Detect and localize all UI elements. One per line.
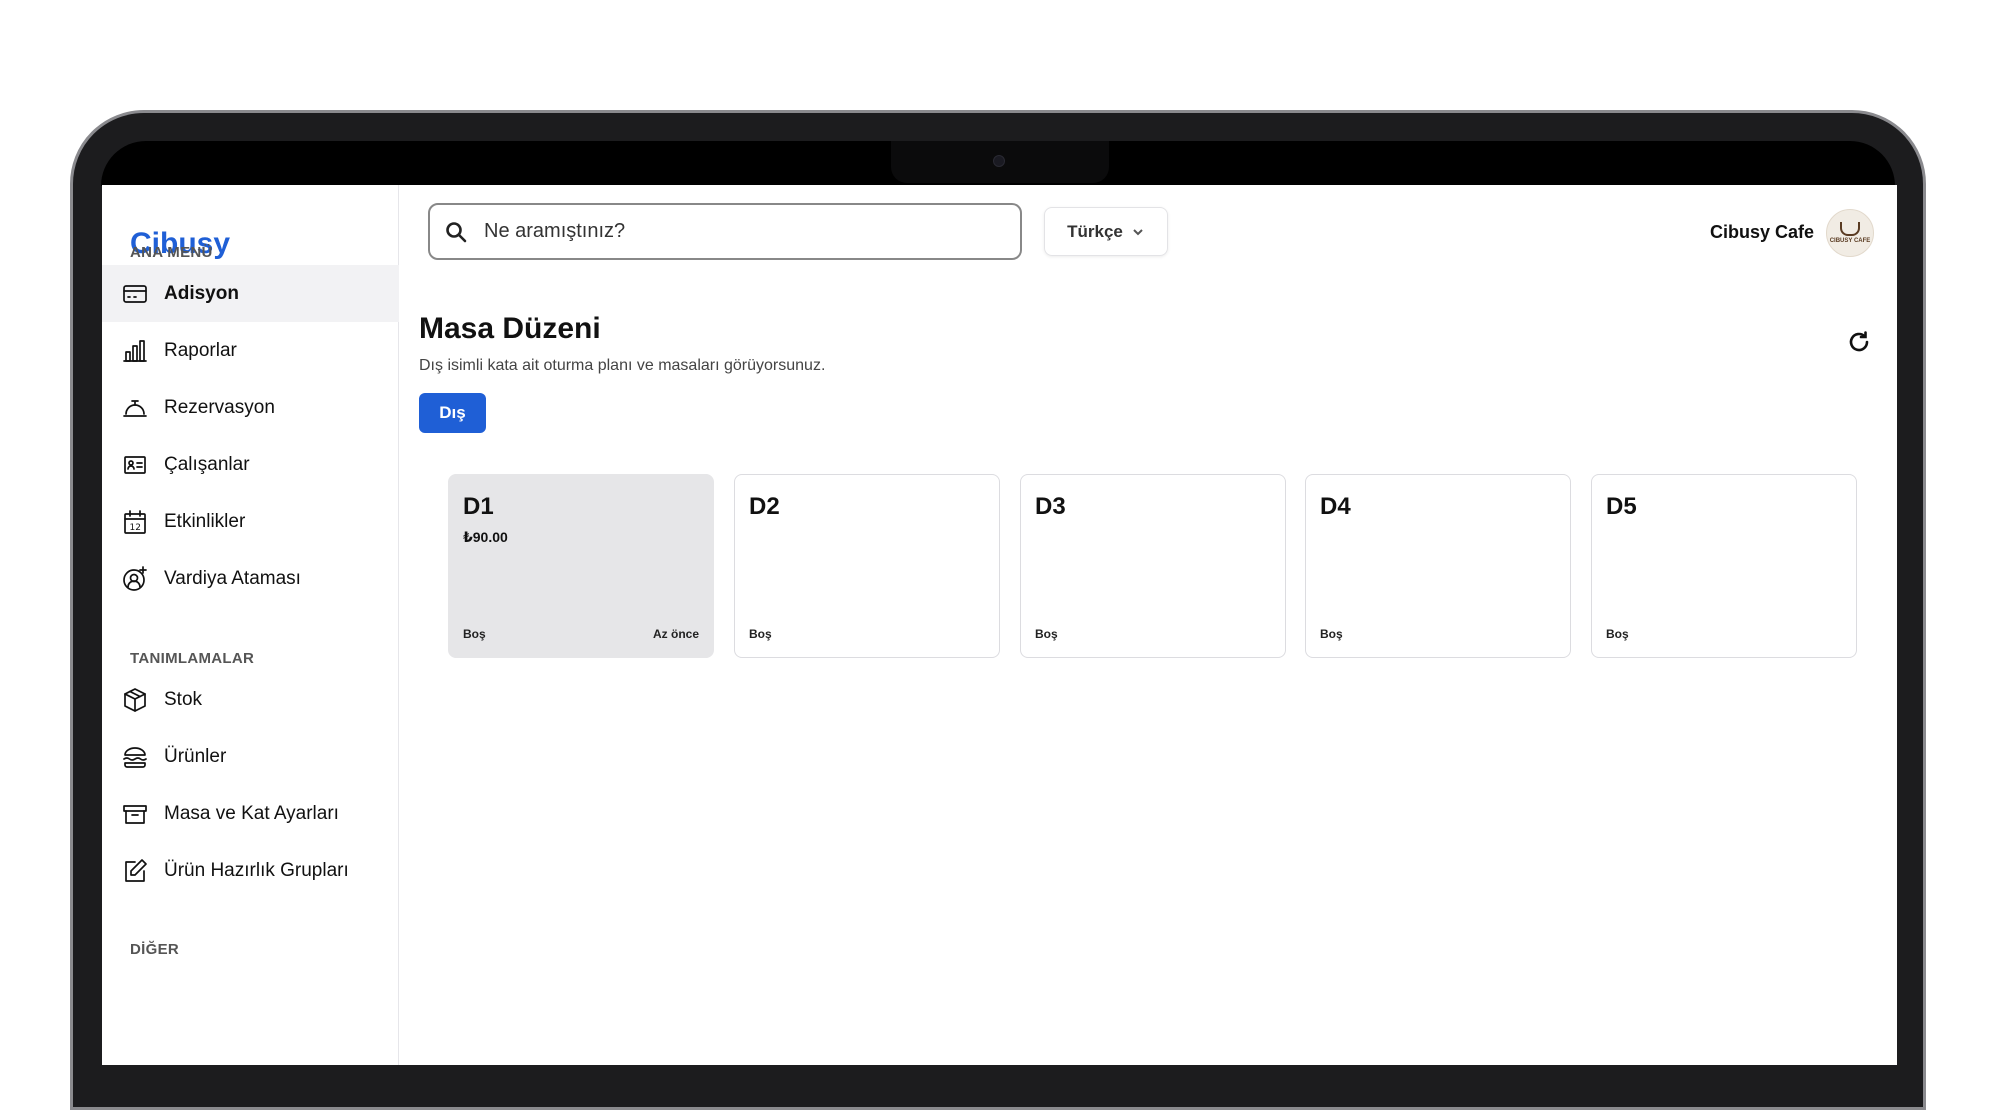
sidebar-item-stok[interactable]: Stok	[102, 671, 399, 728]
table-name: D5	[1606, 493, 1637, 520]
table-status: Boş	[1320, 627, 1343, 641]
table-time: Az önce	[652, 627, 699, 641]
sidebar-item-label: Masa ve Kat Ayarları	[164, 802, 339, 824]
id-card-icon	[120, 450, 150, 480]
table-amount: ₺90.00	[463, 529, 508, 545]
sidebar-item-label: Etkinlikler	[164, 510, 246, 532]
avatar[interactable]: CIBUSY CAFE	[1826, 209, 1874, 257]
page-subtitle: Dış isimli kata ait oturma planı ve masa…	[419, 357, 826, 374]
table-card-d1[interactable]: D1 ₺90.00 Boş Az önce	[448, 474, 714, 658]
sidebar: Cibusy ANA MENÜ Adisyon Raporlar Rezerva…	[102, 185, 399, 1065]
calendar-icon: 12	[120, 507, 150, 537]
coffee-cup-icon	[1840, 222, 1860, 236]
table-name: D2	[749, 493, 780, 520]
chevron-down-icon	[1133, 228, 1143, 235]
sidebar-item-urun-hazirlik-gruplari[interactable]: Ürün Hazırlık Grupları	[102, 842, 399, 899]
user-name[interactable]: Cibusy Cafe	[1710, 222, 1814, 243]
search-icon	[446, 221, 467, 242]
sidebar-item-rezervasyon[interactable]: Rezervasyon	[102, 379, 399, 436]
refresh-icon	[1849, 331, 1869, 352]
burger-icon	[120, 742, 150, 772]
camera-notch	[891, 141, 1109, 183]
sidebar-item-adisyon[interactable]: Adisyon	[102, 265, 399, 322]
edit-icon	[120, 856, 150, 886]
table-card-d4[interactable]: D4 Boş	[1305, 474, 1571, 658]
sidebar-item-calisanlar[interactable]: Çalışanlar	[102, 436, 399, 493]
sidebar-item-masa-kat-ayarlari[interactable]: Masa ve Kat Ayarları	[102, 785, 399, 842]
table-card-d5[interactable]: D5 Boş	[1591, 474, 1857, 658]
sidebar-item-urunler[interactable]: Ürünler	[102, 728, 399, 785]
user-add-icon	[120, 564, 150, 594]
box-icon	[120, 685, 150, 715]
sidebar-item-vardiya-atamasi[interactable]: Vardiya Ataması	[102, 550, 399, 607]
sidebar-item-label: Stok	[164, 688, 203, 710]
language-select[interactable]: Türkçe	[1044, 207, 1168, 256]
search-bar[interactable]	[428, 203, 1022, 260]
table-status: Boş	[1606, 627, 1629, 641]
app-screen: Cibusy ANA MENÜ Adisyon Raporlar Rezerva…	[102, 185, 1897, 1065]
avatar-logo-text: CIBUSY CAFE	[1829, 238, 1871, 244]
language-label: Türkçe	[1067, 221, 1123, 241]
sidebar-item-etkinlikler[interactable]: 12 Etkinlikler	[102, 493, 399, 550]
table-status: Boş	[1035, 627, 1058, 641]
section-title-other: DİĞER	[130, 941, 180, 958]
service-bell-icon	[120, 393, 150, 423]
sidebar-item-label: Çalışanlar	[164, 453, 250, 475]
table-card-d2[interactable]: D2 Boş	[734, 474, 1000, 658]
sidebar-item-label: Rezervasyon	[164, 396, 275, 418]
bar-chart-icon	[120, 336, 150, 366]
refresh-button[interactable]	[1846, 329, 1874, 357]
sidebar-item-label: Ürünler	[164, 745, 227, 767]
sidebar-item-label: Ürün Hazırlık Grupları	[164, 859, 349, 881]
page-title: Masa Düzeni	[419, 312, 601, 345]
sidebar-item-raporlar[interactable]: Raporlar	[102, 322, 399, 379]
table-name: D1	[463, 493, 494, 520]
table-status: Boş	[463, 627, 486, 641]
sidebar-item-label: Vardiya Ataması	[164, 567, 301, 589]
section-title-main-menu: ANA MENÜ	[130, 244, 213, 261]
sidebar-item-label: Raporlar	[164, 339, 237, 361]
table-name: D3	[1035, 493, 1066, 520]
floor-tab-dis[interactable]: Dış	[419, 393, 486, 433]
section-title-definitions: TANIMLAMALAR	[130, 650, 255, 667]
camera-icon	[993, 155, 1005, 167]
svg-text:12: 12	[130, 523, 141, 533]
table-status: Boş	[749, 627, 772, 641]
sidebar-item-label: Adisyon	[164, 282, 239, 304]
table-card-d3[interactable]: D3 Boş	[1020, 474, 1286, 658]
receipt-card-icon	[120, 279, 150, 309]
archive-icon	[120, 799, 150, 829]
table-name: D4	[1320, 493, 1351, 520]
search-input[interactable]	[484, 220, 984, 243]
